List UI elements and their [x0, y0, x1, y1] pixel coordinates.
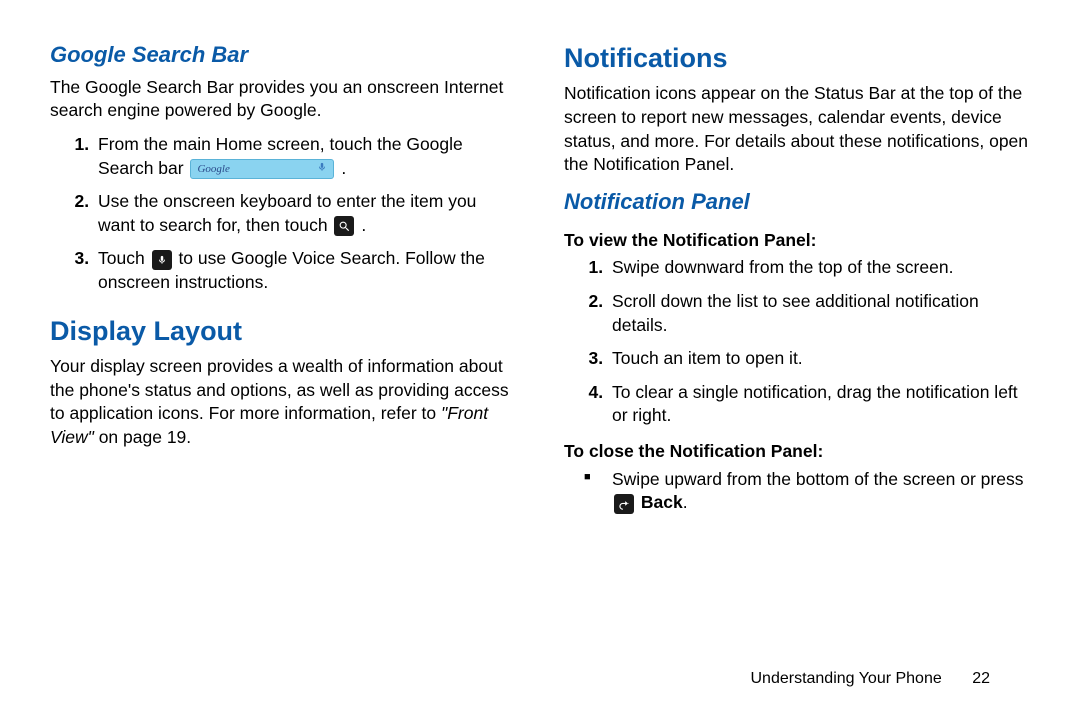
display-layout-b: on page 19.: [99, 427, 191, 447]
view-step-4: To clear a single notification, drag the…: [608, 381, 1030, 428]
back-icon: [614, 494, 634, 514]
step-2-text-a: Use the onscreen keyboard to enter the i…: [98, 191, 476, 235]
google-search-intro: The Google Search Bar provides you an on…: [50, 76, 516, 123]
subhead-view-panel: To view the Notification Panel:: [564, 229, 1030, 253]
display-layout-text: Your display screen provides a wealth of…: [50, 355, 516, 450]
footer-section: Understanding Your Phone: [750, 670, 941, 687]
mic-icon: [317, 161, 327, 177]
view-step-1: Swipe downward from the top of the scree…: [608, 256, 1030, 280]
close-panel-steps: Swipe upward from the bottom of the scre…: [564, 468, 1030, 515]
step-2-text-b: .: [361, 215, 366, 235]
heading-notifications: Notifications: [564, 40, 1030, 76]
heading-notification-panel: Notification Panel: [564, 187, 1030, 217]
close-step-1: Swipe upward from the bottom of the scre…: [608, 468, 1030, 515]
step-1-text-b: .: [341, 158, 346, 178]
notifications-intro: Notification icons appear on the Status …: [564, 82, 1030, 177]
heading-google-search: Google Search Bar: [50, 40, 516, 70]
search-icon: [334, 216, 354, 236]
heading-display-layout: Display Layout: [50, 313, 516, 349]
step-3: Touch to use Google Voice Search. Follow…: [94, 247, 516, 294]
display-layout-a: Your display screen provides a wealth of…: [50, 356, 509, 423]
google-search-steps: From the main Home screen, touch the Goo…: [50, 133, 516, 295]
step-3-text-a: Touch: [98, 248, 150, 268]
view-step-2: Scroll down the list to see additional n…: [608, 290, 1030, 337]
view-step-3: Touch an item to open it.: [608, 347, 1030, 371]
left-column: Google Search Bar The Google Search Bar …: [50, 40, 516, 658]
subhead-close-panel: To close the Notification Panel:: [564, 440, 1030, 464]
voice-search-icon: [152, 250, 172, 270]
view-panel-steps: Swipe downward from the top of the scree…: [564, 256, 1030, 428]
footer-page-number: 22: [972, 670, 990, 687]
step-2: Use the onscreen keyboard to enter the i…: [94, 190, 516, 237]
google-search-bar-icon: Google: [190, 159, 334, 179]
page-footer: Understanding Your Phone 22: [50, 668, 1030, 690]
right-column: Notifications Notification icons appear …: [564, 40, 1030, 658]
close-step-1-b: .: [683, 492, 688, 512]
close-step-1-a: Swipe upward from the bottom of the scre…: [612, 469, 1023, 489]
google-search-bar-label: Google: [197, 162, 229, 177]
back-label: Back: [641, 492, 683, 512]
step-1: From the main Home screen, touch the Goo…: [94, 133, 516, 180]
